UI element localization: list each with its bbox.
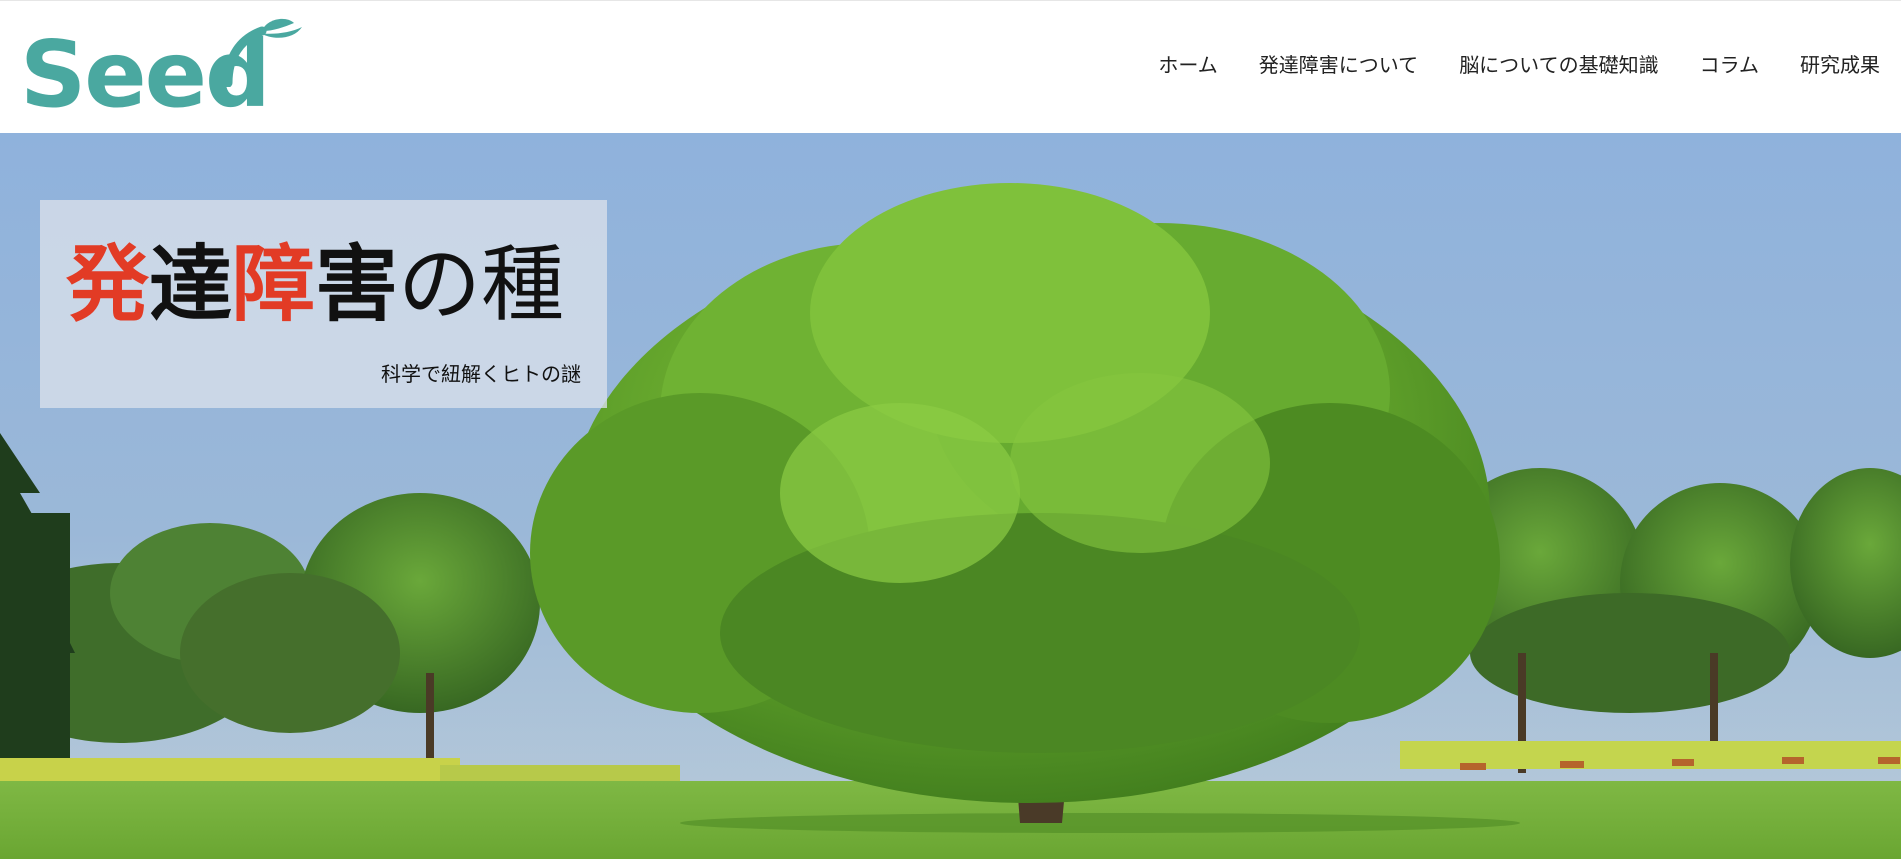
site-logo[interactable]: Seed bbox=[20, 15, 302, 125]
nav-column[interactable]: コラム bbox=[1700, 51, 1759, 79]
nav-home[interactable]: ホーム bbox=[1158, 51, 1217, 79]
nav-about-developmental-disorders[interactable]: 発達障害について bbox=[1259, 51, 1418, 79]
title-char-4: 害 bbox=[315, 235, 398, 333]
hero-title: 発達障害の種 bbox=[66, 236, 564, 333]
nav-research-results[interactable]: 研究成果 bbox=[1800, 51, 1880, 79]
title-char-1: 発 bbox=[66, 235, 149, 333]
hero-subtitle: 科学で紐解くヒトの謎 bbox=[381, 362, 581, 386]
title-char-3: 障 bbox=[232, 235, 315, 333]
title-char-5: の bbox=[398, 236, 481, 333]
hero-title-box: 発達障害の種 科学で紐解くヒトの謎 bbox=[40, 200, 607, 408]
hero-banner: 発達障害の種 科学で紐解くヒトの謎 bbox=[0, 133, 1901, 859]
title-char-2: 達 bbox=[149, 235, 232, 333]
title-char-6: 種 bbox=[481, 236, 564, 333]
main-nav: ホーム 発達障害について 脳についての基礎知識 コラム 研究成果 bbox=[1158, 51, 1880, 79]
nav-brain-basics[interactable]: 脳についての基礎知識 bbox=[1459, 51, 1658, 79]
sprout-icon bbox=[223, 18, 302, 87]
site-header: Seed ホーム 発達障害について 脳についての基礎知識 コラム 研究成果 bbox=[0, 0, 1901, 133]
